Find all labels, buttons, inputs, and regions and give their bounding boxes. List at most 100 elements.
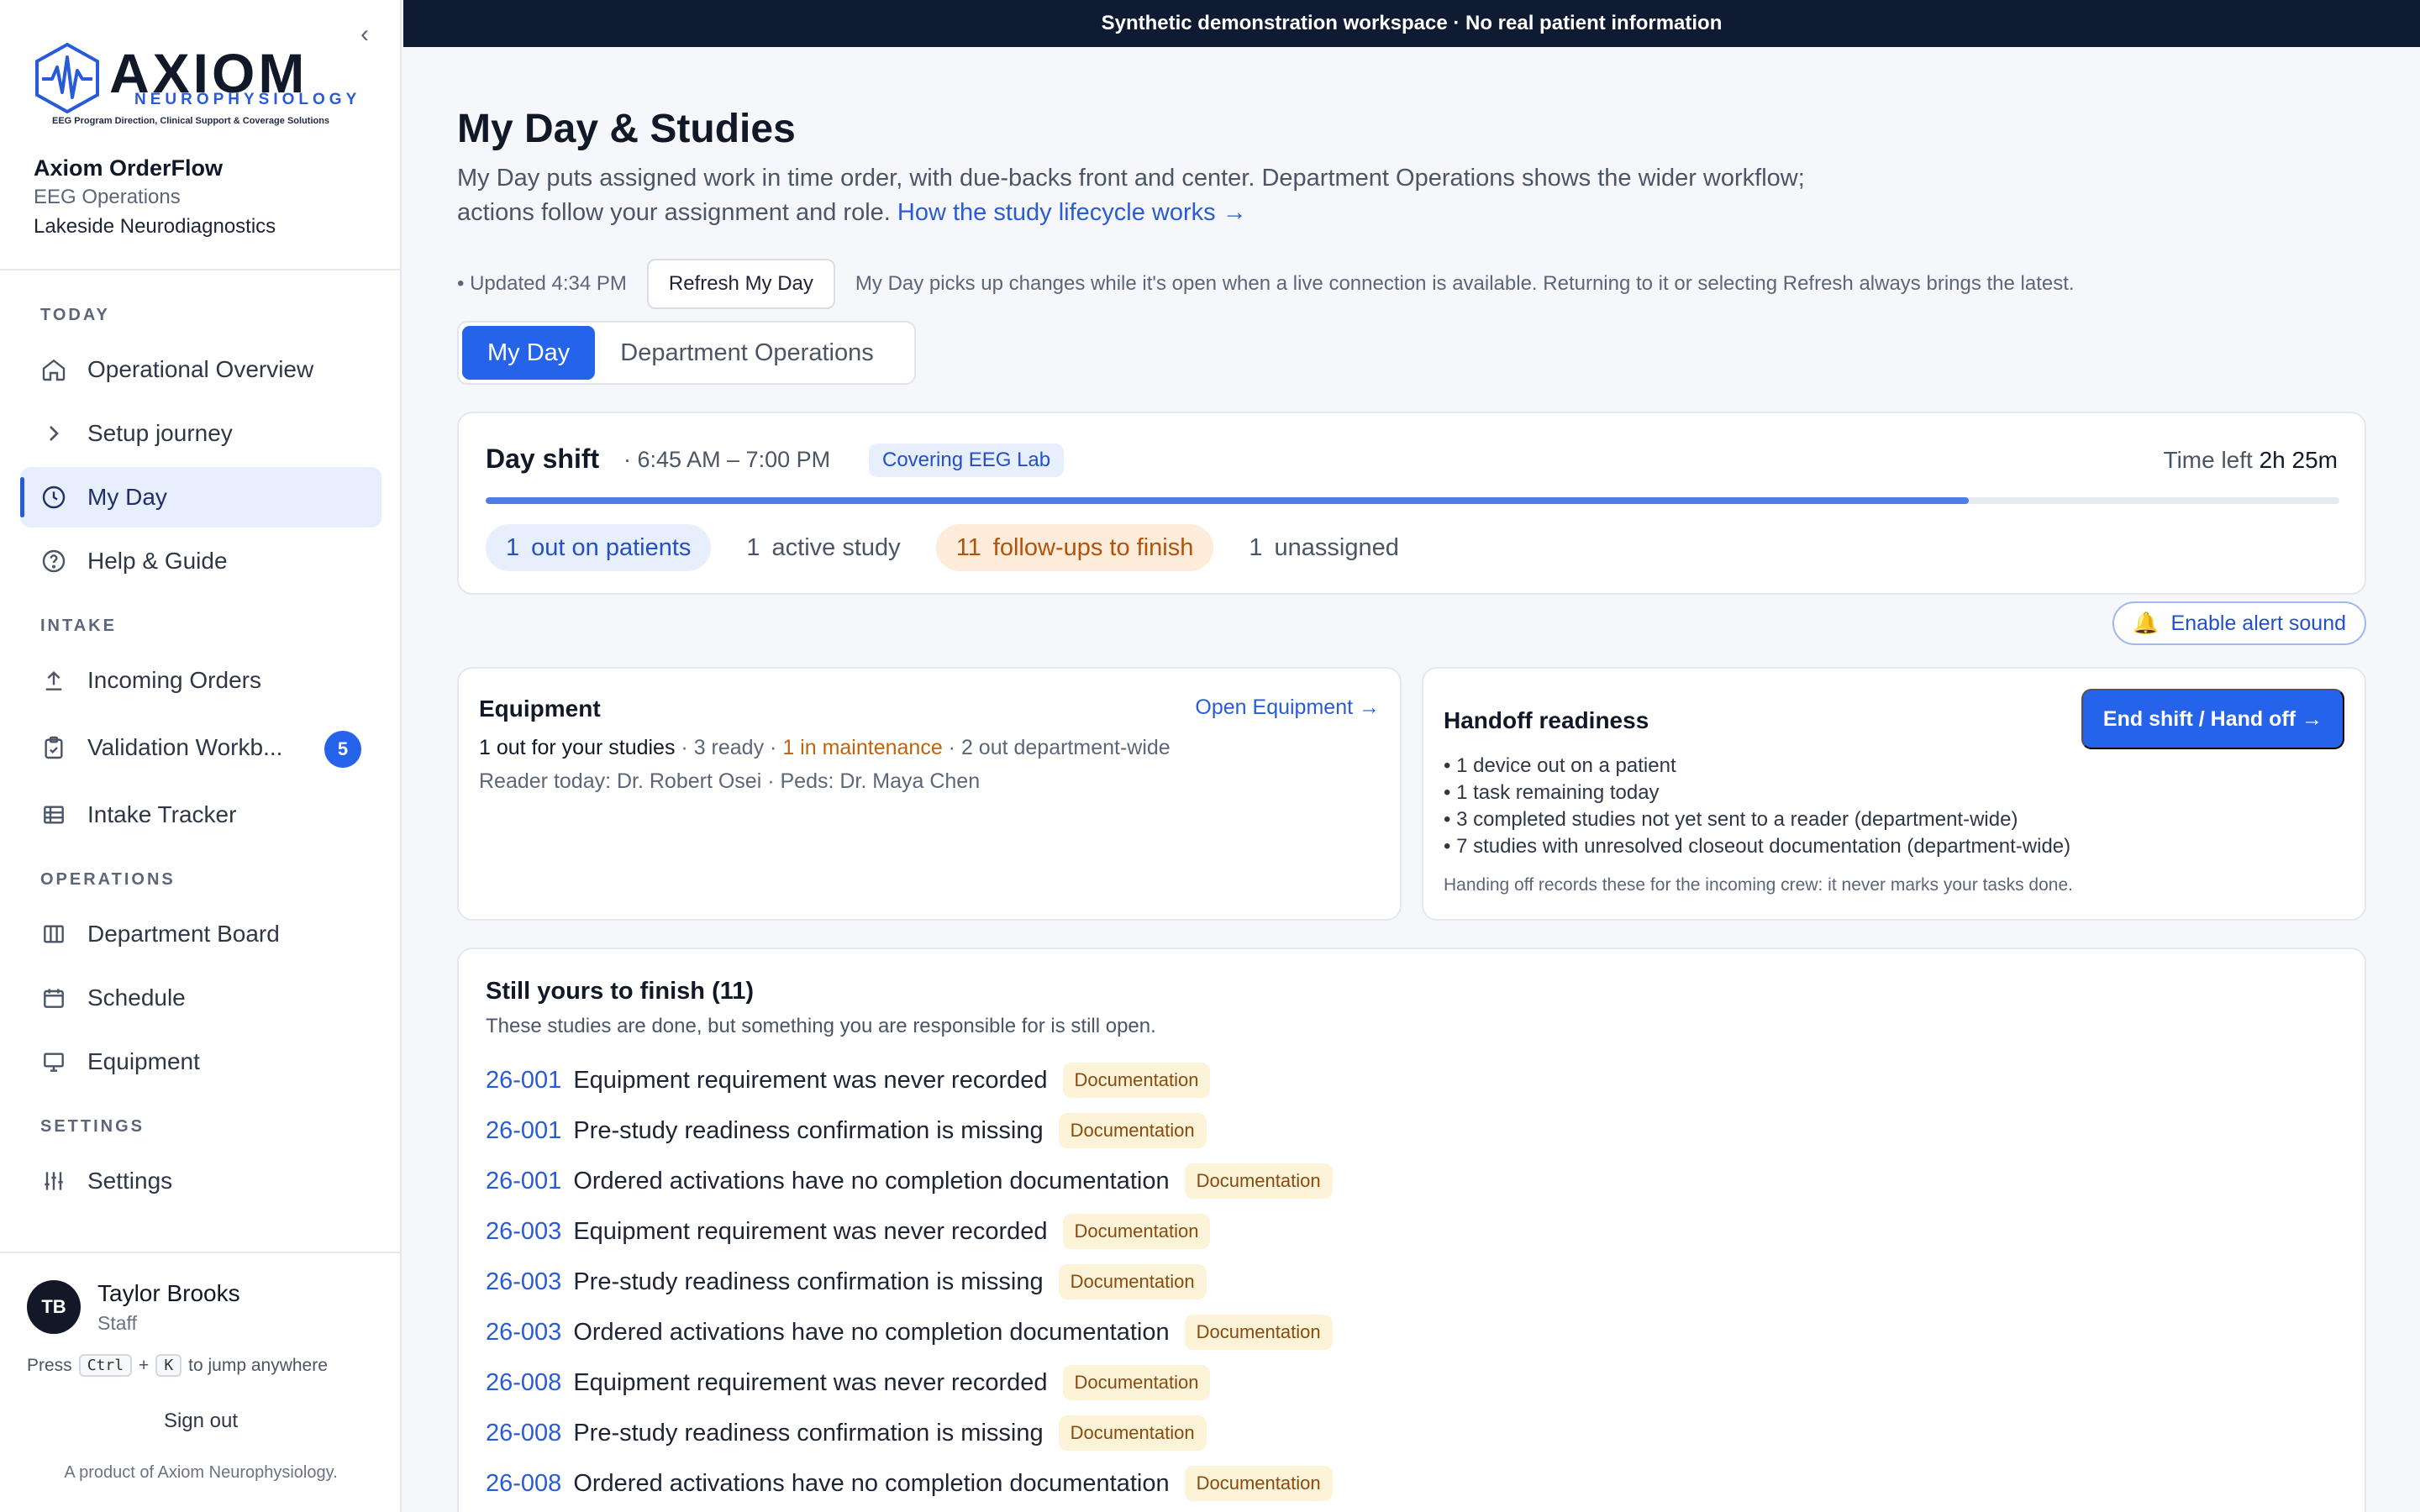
refresh-my-day-button[interactable]: Refresh My Day [646, 259, 835, 309]
lifecycle-link[interactable]: How the study lifecycle works → [897, 199, 1247, 226]
user-role: Staff [97, 1312, 137, 1334]
still-to-finish-card: Still yours to finish (11) These studies… [457, 948, 2366, 1512]
eeg-hexagon-icon [35, 42, 99, 114]
study-id-link[interactable]: 26-003 [486, 1268, 561, 1296]
sidebar-item-label: Department Board [87, 921, 280, 947]
stat-label: out on patients [531, 533, 692, 561]
category-tag: Documentation [1184, 1163, 1333, 1199]
collapse-sidebar-icon[interactable]: ‹ [351, 22, 378, 49]
list-item: 1 task remaining today [1444, 780, 2070, 806]
list-item: 26-003 Ordered activations have no compl… [486, 1307, 1333, 1357]
study-id-link[interactable]: 26-003 [486, 1319, 561, 1347]
category-tag: Documentation [1058, 1113, 1207, 1148]
follow-up-text: Equipment requirement was never recorded [573, 1368, 1048, 1396]
category-tag: Documentation [1058, 1264, 1207, 1299]
follow-up-text: Ordered activations have no completion d… [573, 1469, 1170, 1497]
org-block: Axiom OrderFlow EEG Operations Lakeside … [34, 153, 276, 242]
logo-subtitle: NEUROPHYSIOLOGY [134, 91, 361, 108]
finish-subtitle: These studies are done, but something yo… [486, 1015, 1156, 1037]
command-shortcut-hint: Press Ctrl + K to jump anywhere [27, 1354, 328, 1377]
follow-up-text: Pre-study readiness confirmation is miss… [573, 1116, 1044, 1144]
finish-title: Still yours to finish (11) [486, 978, 755, 1005]
shift-stats: 1 out on patients 1 active study 11 foll… [486, 524, 1414, 571]
follow-up-text: Pre-study readiness confirmation is miss… [573, 1268, 1044, 1295]
nav-section-settings: SETTINGS [40, 1117, 145, 1136]
sidebar-item-validation-workbench[interactable]: Validation Workb... 5 [20, 717, 381, 778]
stat-out-on-patients[interactable]: 1 out on patients [486, 524, 712, 571]
sidebar-item-label: Settings [87, 1168, 173, 1194]
list-item: 26-003 Equipment requirement was never r… [486, 1206, 1333, 1257]
chevron-right-icon [40, 420, 67, 447]
sidebar-item-my-day[interactable]: My Day [20, 467, 381, 528]
enable-alert-sound-button[interactable]: 🔔 Enable alert sound [2112, 601, 2366, 645]
sidebar-item-intake-tracker[interactable]: Intake Tracker [20, 785, 381, 845]
equipment-dept-out: · 2 out department-wide [948, 736, 1171, 759]
sign-out-button[interactable]: Sign out [0, 1410, 402, 1433]
view-tabs: My Day Department Operations [457, 321, 916, 385]
sidebar-divider [0, 269, 402, 270]
time-left-value: 2h 25m [2259, 447, 2338, 473]
handoff-title: Handoff readiness [1444, 707, 1649, 733]
list-item: 26-008 Equipment requirement was never r… [486, 1357, 1333, 1408]
tab-my-day[interactable]: My Day [462, 326, 596, 380]
equipment-maintenance: 1 in maintenance [782, 736, 943, 759]
k-key: K [155, 1354, 182, 1377]
study-id-link[interactable]: 26-008 [486, 1470, 561, 1498]
sidebar-item-label: Setup journey [87, 420, 233, 446]
bell-icon: 🔔 [2133, 611, 2160, 635]
category-tag: Documentation [1184, 1315, 1333, 1350]
upload-icon [40, 667, 67, 694]
ctrl-key: Ctrl [78, 1354, 133, 1377]
stat-label: follow-ups to finish [992, 533, 1194, 561]
study-id-link[interactable]: 26-003 [486, 1218, 561, 1246]
open-equipment-link[interactable]: Open Equipment → [1195, 696, 1380, 720]
follow-up-text: Ordered activations have no completion d… [573, 1318, 1170, 1346]
avatar[interactable]: TB [27, 1280, 81, 1334]
list-item: 26-001 Ordered activations have no compl… [486, 1156, 1333, 1206]
stat-count: 1 [1249, 533, 1263, 561]
nav-section-today: TODAY [40, 306, 110, 324]
study-id-link[interactable]: 26-001 [486, 1067, 561, 1095]
study-id-link[interactable]: 26-001 [486, 1168, 561, 1195]
refresh-note: My Day picks up changes while it's open … [855, 272, 2075, 295]
monitor-icon [40, 1048, 67, 1075]
sidebar-item-setup-journey[interactable]: Setup journey [20, 403, 381, 464]
sidebar-item-help-guide[interactable]: Help & Guide [20, 531, 381, 591]
follow-up-text: Equipment requirement was never recorded [573, 1217, 1048, 1245]
page-description: My Day puts assigned work in time order,… [457, 161, 1835, 230]
sidebar-item-label: Intake Tracker [87, 801, 237, 827]
stat-count: 11 [955, 533, 981, 561]
help-icon [40, 548, 67, 575]
sidebar-item-incoming-orders[interactable]: Incoming Orders [20, 650, 381, 711]
home-icon [40, 356, 67, 383]
sidebar-item-operational-overview[interactable]: Operational Overview [20, 339, 381, 400]
nav-section-intake: INTAKE [40, 617, 117, 635]
table-icon [40, 801, 67, 828]
stat-unassigned[interactable]: 1 unassigned [1234, 524, 1413, 571]
sidebar-item-label: Operational Overview [87, 356, 314, 382]
tab-department-operations[interactable]: Department Operations [595, 326, 898, 380]
sidebar-item-equipment[interactable]: Equipment [20, 1032, 381, 1092]
clock-icon [40, 484, 67, 511]
coverage-chip: Covering EEG Lab [869, 444, 1065, 477]
columns-icon [40, 921, 67, 948]
shift-progress-bar [486, 497, 2339, 504]
stat-count: 1 [506, 533, 520, 561]
category-tag: Documentation [1058, 1415, 1207, 1451]
sidebar-item-label: Schedule [87, 984, 186, 1011]
study-id-link[interactable]: 26-001 [486, 1117, 561, 1145]
follow-up-text: Pre-study readiness confirmation is miss… [573, 1419, 1044, 1446]
alert-sound-label: Enable alert sound [2170, 611, 2346, 635]
study-id-link[interactable]: 26-008 [486, 1420, 561, 1447]
stat-active-study[interactable]: 1 active study [731, 524, 915, 571]
sidebar-item-department-board[interactable]: Department Board [20, 904, 381, 964]
sidebar-item-schedule[interactable]: Schedule [20, 968, 381, 1028]
sidebar-item-settings[interactable]: Settings [20, 1151, 381, 1211]
equipment-summary: 1 out for your studies · 3 ready · 1 in … [479, 736, 1171, 760]
list-item: 1 device out on a patient [1444, 753, 2070, 780]
stat-follow-ups[interactable]: 11 follow-ups to finish [935, 524, 1214, 571]
study-id-link[interactable]: 26-008 [486, 1369, 561, 1397]
sliders-icon [40, 1168, 67, 1194]
sidebar-item-label: Incoming Orders [87, 667, 261, 693]
end-shift-handoff-button[interactable]: End shift / Hand off → [2081, 689, 2344, 749]
